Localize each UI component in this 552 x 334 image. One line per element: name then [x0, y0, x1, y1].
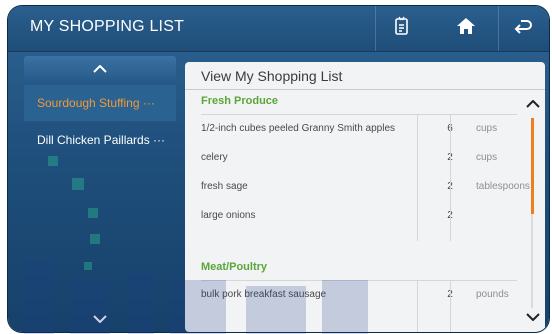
column-divider [417, 281, 418, 332]
header-bar: MY SHOPPING LIST [8, 6, 549, 52]
recipe-sidebar: Sourdough Stuffing ··· Dill Chicken Pail… [24, 56, 176, 332]
home-button[interactable] [442, 6, 490, 51]
decorative-pixel [48, 156, 58, 166]
decorative-pixel [90, 234, 100, 244]
sidebar-item-sourdough-stuffing[interactable]: Sourdough Stuffing ··· [24, 85, 176, 121]
sidebar-scroll-down-button[interactable] [24, 306, 176, 332]
list-scroll-up-button[interactable] [525, 97, 541, 111]
list-scroll-down-button[interactable] [525, 310, 541, 324]
item-unit: cups [476, 123, 498, 134]
back-button[interactable] [498, 6, 547, 51]
item-name: fresh sage [201, 181, 248, 192]
sidebar-item-dill-chicken-paillards[interactable]: Dill Chicken Paillards ··· [24, 122, 176, 158]
column-divider [450, 281, 451, 332]
recipe-card-button[interactable] [375, 6, 428, 51]
column-divider [417, 115, 418, 241]
panel-title: View My Shopping List [201, 68, 343, 84]
section-header-fresh-produce: Fresh Produce [201, 95, 279, 107]
recipe-card-icon [394, 16, 410, 41]
item-unit: pounds [476, 289, 509, 300]
back-arrow-icon [514, 18, 532, 39]
item-unit: cups [476, 152, 498, 163]
item-name: bulk pork breakfast sausage [201, 289, 327, 300]
chevron-up-icon [93, 60, 107, 78]
decorative-pixel [84, 262, 92, 270]
item-name: celery [201, 152, 228, 163]
chevron-up-icon [526, 95, 540, 113]
list-item[interactable]: fresh sage 2 tablespoons [201, 173, 530, 202]
list-item[interactable]: 1/2-inch cubes peeled Granny Smith apple… [201, 115, 521, 144]
list-item[interactable]: celery 2 cups [201, 144, 521, 173]
scrollbar-thumb[interactable] [531, 118, 534, 214]
shopping-list-panel: View My Shopping List Fresh Produce 1/2-… [185, 62, 545, 332]
home-icon [456, 17, 476, 40]
list-item[interactable]: bulk pork breakfast sausage 2 pounds [201, 281, 521, 310]
decorative-pixel [72, 178, 84, 190]
item-name: 1/2-inch cubes peeled Granny Smith apple… [201, 123, 396, 134]
chevron-down-icon [526, 308, 540, 326]
item-unit: tablespoons [476, 181, 530, 192]
sidebar-scroll-up-button[interactable] [24, 56, 176, 82]
app-window: MY SHOPPING LIST Sourdough Stuffing ··· … [8, 6, 549, 332]
column-divider [450, 115, 451, 241]
chevron-down-icon [93, 310, 107, 328]
item-name: large onions [201, 210, 256, 221]
list-item[interactable]: large onions 2 [201, 202, 521, 231]
divider [185, 89, 545, 90]
page-title: MY SHOPPING LIST [30, 18, 185, 35]
decorative-pixel [88, 208, 98, 218]
section-header-meat-poultry: Meat/Poultry [201, 261, 268, 273]
